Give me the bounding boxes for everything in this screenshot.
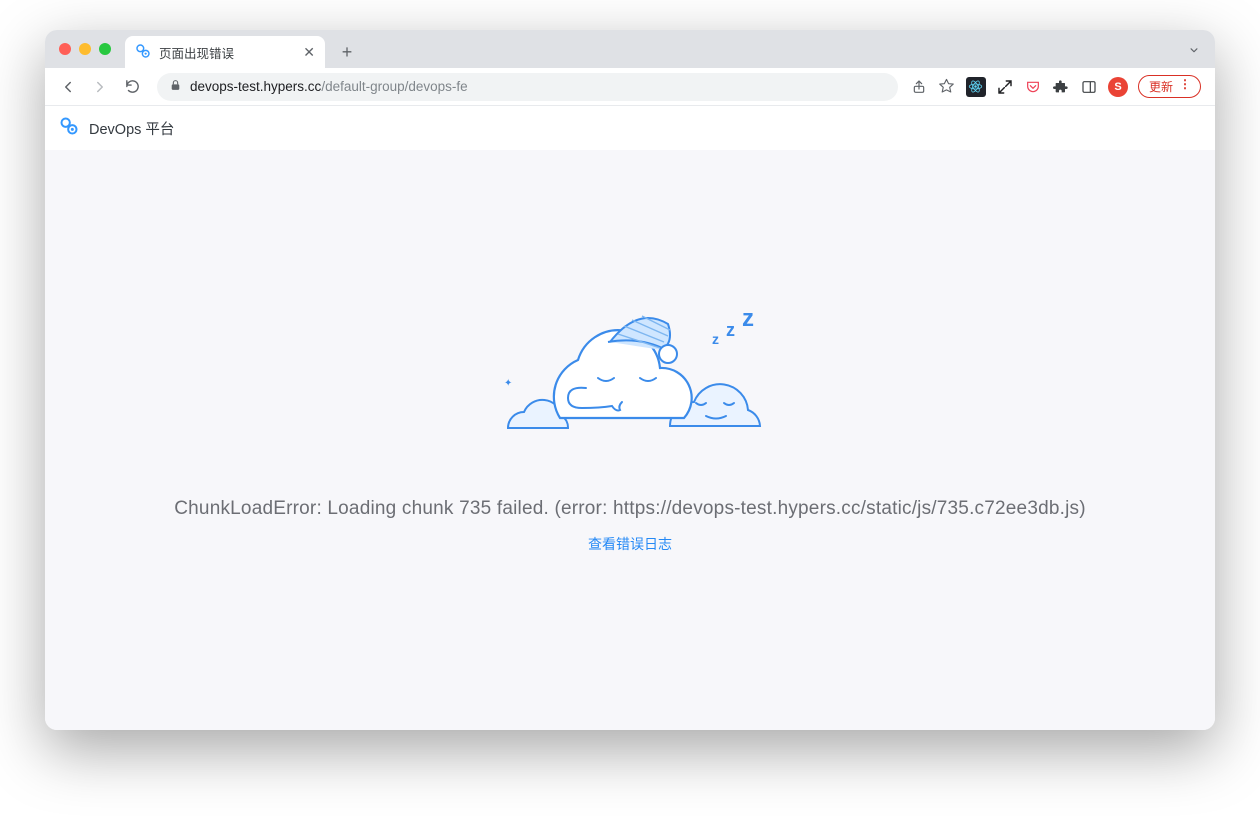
error-message: ChunkLoadError: Loading chunk 735 failed…	[174, 498, 1086, 520]
new-tab-button[interactable]: +	[333, 38, 361, 66]
tab-title: 页面出现错误	[159, 43, 234, 62]
bookmark-star-icon[interactable]	[938, 78, 956, 96]
sleeping-cloud-illustration: z z z ✦	[490, 300, 770, 450]
profile-avatar[interactable]: S	[1108, 77, 1128, 97]
close-window-button[interactable]	[59, 43, 71, 55]
expand-icon[interactable]	[996, 78, 1014, 96]
app-logo-icon	[59, 116, 79, 141]
forward-button[interactable]	[87, 74, 113, 100]
reload-button[interactable]	[119, 74, 145, 100]
address-bar[interactable]: devops-test.hypers.cc/default-group/devo…	[157, 73, 898, 101]
url-host: devops-test.hypers.cc	[190, 79, 321, 94]
svg-text:z: z	[726, 320, 735, 340]
lock-icon	[169, 79, 182, 95]
share-icon[interactable]	[910, 78, 928, 96]
browser-toolbar: devops-test.hypers.cc/default-group/devo…	[45, 68, 1215, 106]
extensions-icon[interactable]	[1052, 78, 1070, 96]
browser-window: 页面出现错误 ✕ + devops-test.hypers.cc/default…	[45, 30, 1215, 730]
maximize-window-button[interactable]	[99, 43, 111, 55]
tab-close-button[interactable]: ✕	[303, 45, 315, 59]
svg-text:✦: ✦	[504, 378, 512, 389]
app-header: DevOps 平台	[45, 106, 1215, 150]
tab-favicon-icon	[135, 43, 151, 62]
svg-text:z: z	[742, 305, 754, 332]
browser-tab[interactable]: 页面出现错误 ✕	[125, 36, 325, 68]
back-button[interactable]	[55, 74, 81, 100]
app-title: DevOps 平台	[89, 118, 174, 139]
minimize-window-button[interactable]	[79, 43, 91, 55]
pocket-icon[interactable]	[1024, 78, 1042, 96]
more-menu-icon: ⋮	[1179, 81, 1192, 88]
react-devtools-icon[interactable]	[966, 77, 986, 97]
url-path: /default-group/devops-fe	[321, 79, 467, 94]
tab-strip: 页面出现错误 ✕ +	[45, 30, 1215, 68]
window-controls	[53, 30, 125, 68]
error-panel: z z z ✦ ChunkLoadError: Loading chunk 73…	[174, 300, 1086, 554]
view-error-log-link[interactable]: 查看错误日志	[588, 536, 672, 552]
tabs-overflow-button[interactable]	[1187, 43, 1201, 62]
update-button[interactable]: 更新 ⋮	[1138, 75, 1201, 98]
sidepanel-icon[interactable]	[1080, 78, 1098, 96]
page-content: z z z ✦ ChunkLoadError: Loading chunk 73…	[45, 150, 1215, 730]
url-text: devops-test.hypers.cc/default-group/devo…	[190, 79, 468, 94]
svg-text:z: z	[712, 331, 719, 347]
toolbar-actions: S 更新 ⋮	[910, 75, 1205, 98]
update-label: 更新	[1149, 78, 1173, 95]
